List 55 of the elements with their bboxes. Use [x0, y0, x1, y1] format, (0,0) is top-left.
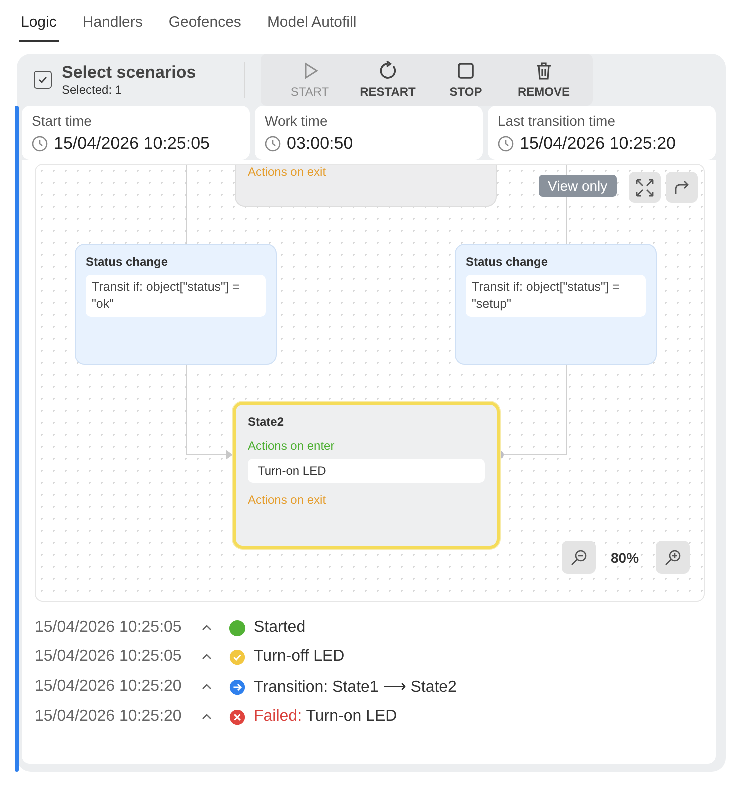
fullscreen-button[interactable]	[629, 172, 661, 203]
error-circle-icon	[229, 708, 246, 726]
info-value: 15/04/2026 10:25:20	[520, 134, 676, 154]
info-label: Work time	[265, 113, 329, 129]
arrow-circle-icon	[229, 678, 246, 696]
exit-actions-label: Actions on exit	[248, 493, 328, 507]
zoom-in-icon	[663, 548, 683, 568]
tab[interactable]: Model Autofill	[265, 8, 359, 42]
info-label: Last transition time	[498, 113, 616, 129]
stop-icon	[456, 61, 476, 81]
clock-icon	[498, 136, 514, 152]
zoom-level: 80%	[611, 550, 640, 566]
toolbar-button[interactable]: REMOVE	[505, 54, 583, 106]
tab[interactable]: Geofences	[166, 8, 244, 42]
info-value: 03:00:50	[287, 134, 354, 154]
info-value: 15/04/2026 10:25:05	[54, 134, 210, 154]
expand-icon	[635, 178, 655, 198]
selected-count: Selected: 1	[62, 83, 124, 97]
enter-actions-label: Actions on enter	[248, 439, 336, 453]
condition-text: Transit if: object["status"] = "ok"	[86, 275, 266, 317]
checkbox[interactable]	[34, 71, 52, 89]
exit-actions-label: Actions on exit	[248, 165, 328, 179]
state-node[interactable]: State2 Actions on enter Turn-on LED Actions on exit	[233, 402, 500, 549]
restart-icon	[378, 61, 398, 81]
clock-icon	[32, 136, 48, 152]
condition-text: Transit if: object["status"] = "setup"	[466, 275, 646, 317]
node-title: Status change	[86, 255, 170, 269]
log-time: 15/04/2026 10:25:05	[35, 648, 183, 666]
node-title: State2	[248, 415, 286, 429]
log-time: 15/04/2026 10:25:05	[35, 619, 183, 637]
node-title: Status change	[466, 255, 550, 269]
zoom-in-button[interactable]	[656, 541, 690, 574]
log-time: 15/04/2026 10:25:20	[35, 678, 183, 696]
transition-node[interactable]: Status change Transit if: object["status"] = "ok"	[75, 244, 277, 365]
log-message: Started	[254, 619, 306, 637]
redo-button[interactable]	[666, 172, 698, 203]
zoom-out-icon	[569, 548, 589, 568]
toolbar-button[interactable]: RESTART	[349, 54, 427, 106]
zoom-out-button[interactable]	[562, 541, 596, 574]
log-time: 15/04/2026 10:25:20	[35, 708, 183, 726]
log-message: Failed: Turn-on LED	[254, 708, 398, 726]
toolbar-button[interactable]: STOP	[427, 54, 505, 106]
transition-node[interactable]: Status change Transit if: object["status"] = "setup"	[455, 244, 657, 365]
log-message: Turn-off LED	[254, 648, 345, 666]
info-label: Start time	[32, 113, 93, 129]
check-circle-icon	[229, 648, 246, 666]
tab[interactable]: Logic	[19, 8, 59, 42]
status-dot-icon	[229, 620, 246, 636]
select-title: Select scenarios	[62, 63, 196, 83]
view-only-badge: View only	[539, 175, 617, 197]
action-item: Turn-on LED	[248, 459, 485, 483]
trash-icon	[534, 61, 554, 81]
tab[interactable]: Handlers	[80, 8, 145, 42]
log-message: Transition: State1 ⟶ State2	[254, 678, 457, 697]
clock-icon	[265, 136, 281, 152]
